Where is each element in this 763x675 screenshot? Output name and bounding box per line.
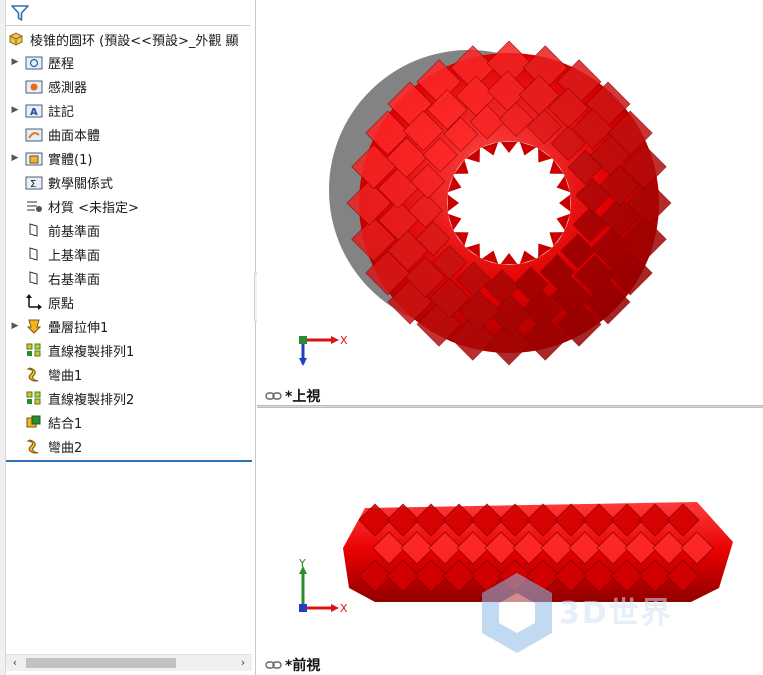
tree-item-surface-bodies-folder[interactable]: 曲面本體	[6, 123, 252, 145]
scroll-right-arrow-icon[interactable]: ›	[236, 656, 250, 670]
viewport-top-view[interactable]: X *上視	[257, 0, 763, 405]
tree-item-flex[interactable]: 彎曲2	[6, 435, 252, 457]
tree-item-label: 原點	[48, 296, 75, 312]
tree-item-linear-pattern[interactable]: 直線複製排列2	[6, 387, 252, 409]
view-orientation-triad-front: X Y	[298, 558, 348, 615]
plane-icon	[24, 245, 44, 263]
plane-icon	[24, 221, 44, 239]
solid-bodies-folder-icon	[24, 149, 44, 167]
tree-item-solid-bodies-folder[interactable]: ▶ 實體(1)	[6, 147, 252, 169]
linear-pattern-icon	[24, 389, 44, 407]
part-icon	[6, 30, 26, 48]
annotation-folder-icon: A	[24, 101, 44, 119]
flex-icon	[24, 437, 44, 455]
tree-item-label: 右基準面	[48, 272, 101, 288]
tree-item-label: 直線複製排列2	[48, 392, 135, 408]
filter-icon[interactable]	[10, 3, 30, 23]
tree-filter-bar[interactable]	[6, 0, 250, 26]
horizontal-scrollbar[interactable]: ‹ ›	[6, 654, 252, 671]
tree-item-material[interactable]: 材質 <未指定>	[6, 195, 252, 217]
tree-item-origin[interactable]: 原點	[6, 291, 252, 313]
top-view-label: *上視	[265, 386, 320, 405]
tree-item-label: 結合1	[48, 416, 83, 432]
expand-arrow-icon[interactable]: ▶	[6, 105, 24, 115]
view-orientation-triad: X	[299, 334, 348, 366]
tree-item-plane[interactable]: 前基準面	[6, 219, 252, 241]
tree-item-sensor-folder[interactable]: 感測器	[6, 75, 252, 97]
front-view-name: *前視	[285, 658, 321, 674]
watermark-text: 3D世界	[559, 596, 673, 631]
tree-item-label: 實體(1)	[48, 152, 93, 168]
tree-root-label: 棱锥的圆环 (預設<<預設>_外觀 顯	[30, 33, 239, 49]
combine-icon	[24, 413, 44, 431]
surface-bodies-folder-icon	[24, 125, 44, 143]
tree-item-label: 曲面本體	[48, 128, 101, 144]
history-folder-icon	[24, 53, 44, 71]
plane-icon	[24, 269, 44, 287]
tree-item-label: 註記	[48, 104, 75, 120]
front-view-label: *前視	[265, 655, 320, 675]
top-view-name: *上視	[285, 389, 321, 405]
tree-item-equations-folder[interactable]: Σ 數學關係式	[6, 171, 252, 193]
watermark-logo: 3D世界	[477, 568, 763, 675]
tree-item-flex[interactable]: 彎曲1	[6, 363, 252, 385]
tree-item-label: 感測器	[48, 80, 88, 96]
tree-item-annotation-folder[interactable]: ▶ A 註記	[6, 99, 252, 121]
tree-item-combine[interactable]: 結合1	[6, 411, 252, 433]
feature-manager-tree: 棱锥的圆环 (預設<<預設>_外觀 顯 ▶ 歷程感測器 ▶ A 註記曲面本體 ▶ 實體(1)…	[0, 0, 256, 675]
tree-item-label: 疊層拉伸1	[48, 320, 109, 336]
solidworks-window: 棱锥的圆环 (預設<<預設>_外觀 顯 ▶ 歷程感測器 ▶ A 註記曲面本體 ▶ 實體(1)…	[0, 0, 763, 675]
tree-item-label: 彎曲1	[48, 368, 83, 384]
material-icon	[24, 197, 44, 215]
link-view-icon	[265, 392, 282, 400]
origin-icon	[24, 293, 44, 311]
tree-item-label: 彎曲2	[48, 440, 83, 456]
tree-item-linear-pattern[interactable]: 直線複製排列1	[6, 339, 252, 361]
tree-item-history-folder[interactable]: ▶ 歷程	[6, 51, 252, 73]
watermark-cube-icon	[482, 573, 552, 653]
svg-text:Σ: Σ	[30, 179, 36, 190]
linear-pattern-icon	[24, 341, 44, 359]
expand-arrow-icon[interactable]: ▶	[6, 321, 24, 331]
tree-item-plane[interactable]: 右基準面	[6, 267, 252, 289]
tree-item-label: 前基準面	[48, 224, 101, 240]
viewport-front-view[interactable]: 3D世界 X Y *前視	[257, 408, 763, 675]
axis-y-label-front: Y	[298, 558, 306, 570]
svg-text:A: A	[30, 107, 38, 118]
loft-icon	[24, 317, 44, 335]
tree-item-plane[interactable]: 上基準面	[6, 243, 252, 265]
scroll-thumb[interactable]	[26, 658, 176, 668]
tree-item-label: 歷程	[48, 56, 75, 72]
expand-arrow-icon[interactable]: ▶	[6, 153, 24, 163]
tree-item-label: 上基準面	[48, 248, 101, 264]
flex-icon	[24, 365, 44, 383]
sensor-folder-icon	[24, 77, 44, 95]
link-view-icon	[265, 661, 282, 669]
tree-item-label: 材質 <未指定>	[48, 200, 139, 216]
equations-folder-icon: Σ	[24, 173, 44, 191]
tree-item-label: 數學關係式	[48, 176, 114, 192]
tree-root-part[interactable]: 棱锥的圆环 (預設<<預設>_外觀 顯	[6, 28, 252, 50]
axis-x-label: X	[340, 334, 348, 347]
axis-x-label-front: X	[340, 602, 348, 615]
rollback-bar[interactable]	[6, 460, 252, 462]
expand-arrow-icon[interactable]: ▶	[6, 57, 24, 67]
scroll-left-arrow-icon[interactable]: ‹	[8, 656, 22, 670]
tree-item-label: 直線複製排列1	[48, 344, 135, 360]
tree-item-loft[interactable]: ▶ 疊層拉伸1	[6, 315, 252, 337]
